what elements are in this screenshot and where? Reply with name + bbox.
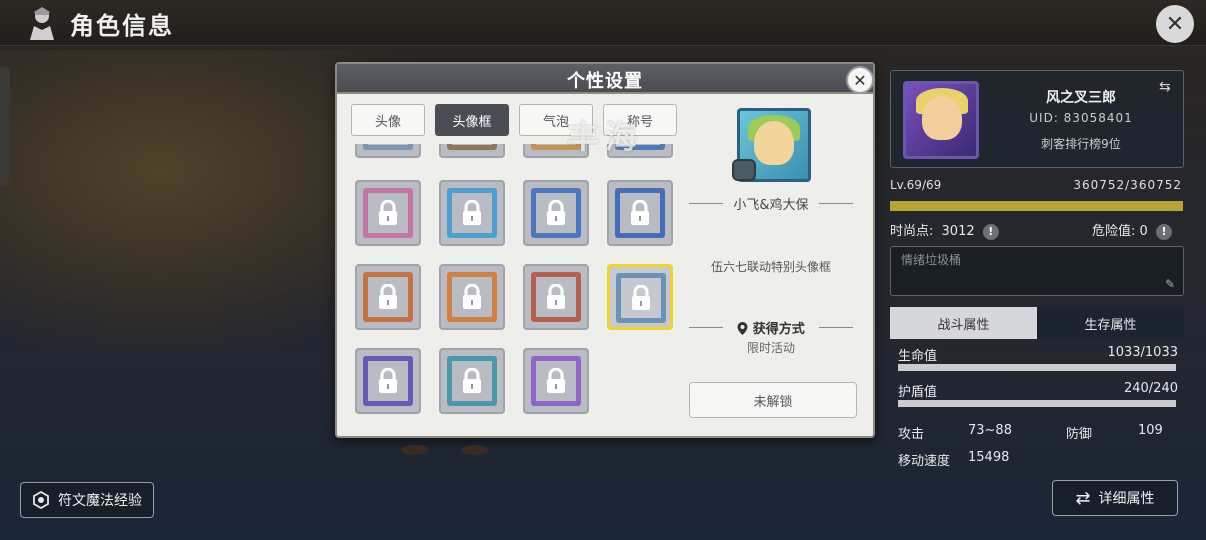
fashion-stat: 时尚点: 3012 ! [890,220,999,240]
lock-icon [463,200,481,225]
frame-item[interactable] [523,348,589,414]
lock-icon [463,368,481,393]
hp-bar [898,364,1176,371]
swap-icon[interactable]: ⇆ [1159,79,1171,95]
info-icon[interactable]: ! [982,223,999,240]
player-level: Lv.69/69 [890,178,942,192]
tab-survival-attributes[interactable]: 生存属性 [1037,307,1184,339]
modal-title: 个性设置 [567,71,643,92]
frame-item[interactable] [439,144,505,158]
player-uid: UID: 83058401 [1029,111,1133,125]
pencil-icon[interactable]: ✎ [1165,277,1175,291]
rune-exp-button[interactable]: 符文魔法经验 [20,482,154,518]
frame-item[interactable] [439,180,505,246]
lock-icon [547,200,565,225]
shield-label: 护盾值 [898,385,938,400]
danger-label: 危险值: [1092,224,1136,239]
hp-value: 1033/1033 [1107,345,1178,360]
tab-avatar[interactable]: 头像 [351,104,425,136]
locked-button[interactable]: 未解锁 [689,382,857,418]
speed-label: 移动速度 [898,454,951,469]
frame-grid [347,144,677,426]
frame-item[interactable] [355,264,421,330]
avatar-face [922,96,962,140]
lock-icon [547,284,565,309]
watermark-text: 丰海 [567,118,644,156]
detail-attributes-label: 详细属性 [1098,491,1155,507]
lock-icon [632,285,650,310]
danger-stat: 危险值: 0 ! [1092,220,1172,240]
frame-preview [732,108,811,182]
defense-value: 109 [1138,423,1163,438]
shield-bar [898,400,1176,407]
player-rank: 刺客排行榜9位 [1041,137,1121,151]
mood-input[interactable]: 情绪垃圾桶 ✎ [890,246,1184,296]
preview-face [754,121,794,165]
info-icon[interactable]: ! [1155,223,1172,240]
defense-label: 防御 [1066,427,1093,442]
source-title-label: 获得方式 [752,322,805,337]
source-title: 获得方式 [689,318,853,337]
side-tab[interactable] [0,66,10,186]
tab-avatar-frame[interactable]: 头像框 [435,104,509,136]
danger-value: 0 [1139,224,1148,239]
player-name: 风之叉三郎 [1046,90,1116,106]
character-icon [30,7,54,40]
frame-item-selected[interactable] [607,264,673,330]
frame-item[interactable] [355,144,421,158]
swap-arrows-icon: ⇄ [1075,487,1091,509]
item-description: 伍六七联动特别头像框 [710,260,831,274]
modal-close-icon[interactable]: ✕ [846,66,874,94]
close-icon[interactable]: ✕ [1156,5,1194,43]
personalization-modal: 个性设置 ✕ 头像 头像框 气泡 称号 丰海 小飞&鸡大保 伍六七联动特别头像框… [335,62,875,438]
modal-header: 个性设置 [337,64,873,94]
tab-combat-attributes[interactable]: 战斗属性 [890,307,1037,339]
profile-card: 风之叉三郎 UID: 83058401 刺客排行榜9位 ⇆ [890,70,1184,168]
frame-item[interactable] [607,180,673,246]
page-title: 角色信息 [70,12,174,40]
hp-label: 生命值 [898,349,938,364]
rune-exp-label: 符文魔法经验 [58,493,142,509]
avatar[interactable] [903,81,979,159]
lock-icon [631,200,649,225]
rune-icon [33,491,49,509]
frame-item[interactable] [439,264,505,330]
lock-icon [379,368,397,393]
character-feet [395,438,515,458]
player-exp: 360752/360752 [1073,178,1182,192]
shield-value: 240/240 [1123,381,1178,396]
fashion-value: 3012 [941,224,975,239]
mood-placeholder: 情绪垃圾桶 [901,253,962,267]
chick-badge-icon [732,159,756,181]
frame-item[interactable] [523,180,589,246]
frame-item[interactable] [355,180,421,246]
lock-icon [379,284,397,309]
frame-item[interactable] [523,264,589,330]
attack-value: 73~88 [968,423,1012,438]
fashion-label: 时尚点: [890,224,934,239]
exp-bar-fill [890,201,1183,211]
item-name: 小飞&鸡大保 [689,194,853,213]
detail-attributes-button[interactable]: ⇄ 详细属性 [1052,480,1178,516]
exp-bar [890,201,1183,211]
location-pin-icon [737,322,748,335]
lock-icon [547,368,565,393]
frame-item[interactable] [439,348,505,414]
lock-icon [379,200,397,225]
top-bar: 角色信息 ✕ [0,0,1206,46]
source-value: 限时活动 [746,341,795,355]
frame-item[interactable] [355,348,421,414]
speed-value: 15498 [968,450,1010,465]
attack-label: 攻击 [898,427,925,442]
lock-icon [463,284,481,309]
